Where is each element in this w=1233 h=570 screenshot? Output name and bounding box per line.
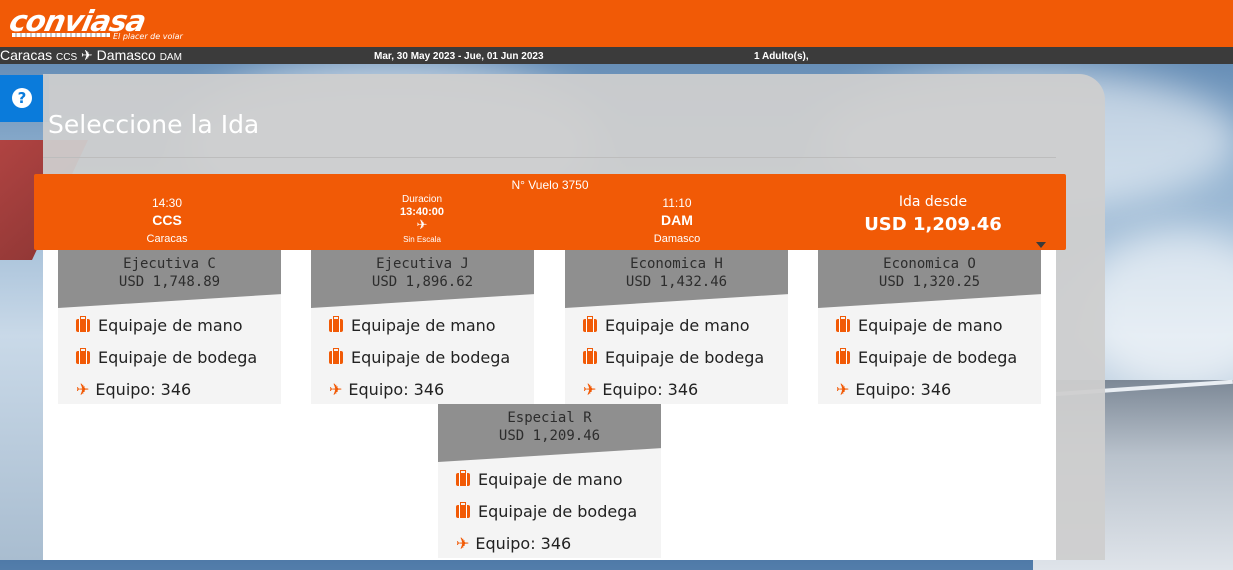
fare-card[interactable]: Economica O USD 1,320.25 Equipaje de man… [818,250,1041,404]
fare-class-name: Economica H [630,256,723,272]
hand-baggage-label: Equipaje de mano [605,316,750,335]
price-from-value: USD 1,209.46 [864,214,1002,235]
search-summary-bar: Caracas CCS ✈ Damasco DAM Mar, 30 May 20… [0,47,1233,64]
origin-city: Caracas [0,47,53,63]
equipment-row: ✈ Equipo: 346 [329,380,444,399]
fare-class-name: Especial R [507,410,592,426]
help-button[interactable]: ? [0,75,49,122]
travel-dates: Mar, 30 May 2023 - Jue, 01 Jun 2023 [374,51,544,62]
fare-class-name: Economica O [883,256,976,272]
hand-baggage-row: Equipaje de mano [836,316,1003,335]
question-circle-icon: ? [12,88,32,108]
flight-number: N° Vuelo 3750 [511,178,589,192]
plane-icon: ✈ [583,380,597,399]
hand-baggage-row: Equipaje de mano [329,316,496,335]
stops-label: Sin Escala [403,235,441,244]
equipment-label: Equipo: 346 [602,380,699,399]
plane-icon: ✈ [456,534,470,553]
hold-baggage-label: Equipaje de bodega [98,348,258,367]
hold-baggage-label: Equipaje de bodega [858,348,1018,367]
fare-price: USD 1,209.46 [498,428,601,444]
hold-baggage-label: Equipaje de bodega [478,502,638,521]
plane-icon: ✈ [81,47,93,63]
passenger-count: 1 Adulto(s), [754,51,809,62]
suitcase-icon [76,348,90,364]
destination-code: DAM [159,52,182,63]
fare-price: USD 1,320.25 [878,274,981,290]
suitcase-icon [836,348,850,364]
hand-baggage-row: Equipaje de mano [583,316,750,335]
plane-icon: ✈ [329,380,343,399]
hold-baggage-row: Equipaje de bodega [329,348,510,367]
hold-baggage-row: Equipaje de bodega [583,348,764,367]
top-header: conviasa El placer de volar [0,0,1233,47]
suitcase-icon [456,502,470,518]
departure-code: CCS [152,212,182,228]
equipment-label: Equipo: 346 [95,380,192,399]
hold-baggage-row: Equipaje de bodega [836,348,1017,367]
hold-baggage-label: Equipaje de bodega [351,348,511,367]
suitcase-icon [456,470,470,486]
fare-class-name: Ejecutiva C [123,256,216,272]
fare-price: USD 1,896.62 [371,274,474,290]
suitcase-icon [583,316,597,332]
arrival-city: Damasco [653,233,701,245]
suitcase-icon [329,348,343,364]
price-from-label: Ida desde [898,194,968,210]
suitcase-icon [76,316,90,332]
fare-class-name: Ejecutiva J [376,256,469,272]
hand-baggage-label: Equipaje de mano [98,316,243,335]
destination-city: Damasco [96,47,156,63]
fare-card[interactable]: Especial R USD 1,209.46 Equipaje de mano… [438,404,661,558]
fare-card[interactable]: Ejecutiva J USD 1,896.62 Equipaje de man… [311,250,534,404]
departure-time: 14:30 [151,196,183,210]
route-summary: Caracas CCS ✈ Damasco DAM [0,47,182,66]
page-title: Seleccione la Ida [48,110,260,139]
arrival-code: DAM [661,212,693,228]
hand-baggage-label: Equipaje de mano [858,316,1003,335]
suitcase-icon [329,316,343,332]
conviasa-logo[interactable]: conviasa El placer de volar [6,4,195,44]
hold-baggage-row: Equipaje de bodega [456,502,637,521]
equipment-row: ✈ Equipo: 346 [76,380,191,399]
plane-icon: ✈ [416,217,428,232]
flight-option[interactable]: N° Vuelo 3750 14:30 CCS Caracas Duracion… [34,174,1066,250]
hand-baggage-label: Equipaje de mano [478,470,623,489]
suitcase-icon [583,348,597,364]
fare-price: USD 1,432.46 [625,274,728,290]
equipment-row: ✈ Equipo: 346 [836,380,951,399]
origin-code: CCS [56,52,78,63]
plane-icon: ✈ [836,380,850,399]
equipment-label: Equipo: 346 [348,380,445,399]
equipment-label: Equipo: 346 [855,380,952,399]
hand-baggage-row: Equipaje de mano [76,316,243,335]
fare-price: USD 1,748.89 [118,274,221,290]
departure-city: Caracas [146,233,188,245]
fare-card[interactable]: Ejecutiva C USD 1,748.89 Equipaje de man… [58,250,281,404]
hold-baggage-row: Equipaje de bodega [76,348,257,367]
logo-stripe [12,33,110,37]
duration-label: Duracion [401,194,443,205]
logo-tagline: El placer de volar [113,32,183,41]
arrival-time: 11:10 [662,196,692,210]
divider [43,157,1056,158]
hand-baggage-label: Equipaje de mano [351,316,496,335]
equipment-label: Equipo: 346 [475,534,572,553]
chevron-down-icon[interactable] [1036,242,1046,248]
hold-baggage-label: Equipaje de bodega [605,348,765,367]
fare-card[interactable]: Economica H USD 1,432.46 Equipaje de man… [565,250,788,404]
plane-icon: ✈ [76,380,90,399]
equipment-row: ✈ Equipo: 346 [583,380,698,399]
suitcase-icon [836,316,850,332]
hand-baggage-row: Equipaje de mano [456,470,623,489]
equipment-row: ✈ Equipo: 346 [456,534,571,553]
